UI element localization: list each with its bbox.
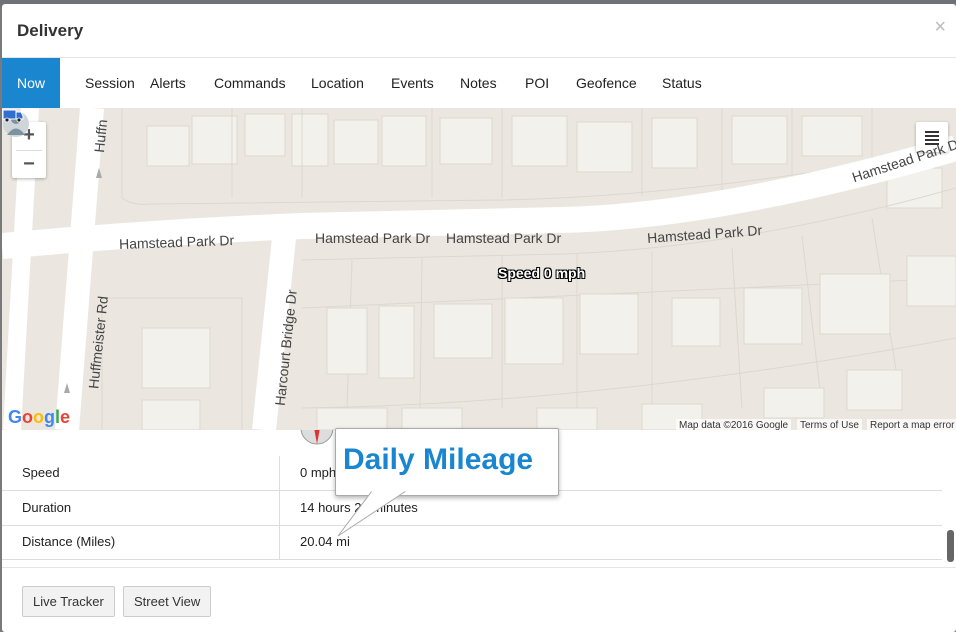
modal-header: Delivery ×: [2, 4, 956, 58]
vehicle-speed-label: Speed 0 mph: [498, 265, 586, 281]
tab-commands[interactable]: Commands: [214, 58, 286, 108]
tab-geofence[interactable]: Geofence: [576, 58, 637, 108]
detail-label: Distance (Miles): [22, 534, 116, 549]
terms-of-use-link[interactable]: Terms of Use: [797, 419, 862, 430]
menu-line-icon: [925, 131, 939, 133]
vehicle-truck-icon[interactable]: [2, 108, 24, 123]
tab-poi[interactable]: POI: [525, 58, 549, 108]
detail-row-distance: Distance (Miles) 20.04 mi: [2, 525, 942, 560]
google-logo: Google: [8, 407, 71, 427]
map-canvas: [2, 108, 956, 430]
callout-pointer: [337, 490, 410, 537]
tab-notes[interactable]: Notes: [460, 58, 497, 108]
modal-title: Delivery: [17, 21, 84, 40]
daily-mileage-callout: Daily Mileage: [335, 428, 559, 496]
street-view-button[interactable]: Street View: [123, 586, 212, 617]
tab-bar: Now Session Alerts Commands Location Eve…: [2, 58, 956, 108]
tab-now[interactable]: Now: [2, 58, 60, 108]
menu-line-icon: [925, 135, 939, 137]
tab-events[interactable]: Events: [391, 58, 434, 108]
detail-row-duration: Duration 14 hours 22 minutes: [2, 491, 942, 526]
tab-status[interactable]: Status: [662, 58, 702, 108]
street-label-hamstead: Hamstead Park Dr: [315, 230, 431, 246]
tab-alerts[interactable]: Alerts: [150, 58, 186, 108]
detail-label: Speed: [22, 465, 60, 480]
detail-label: Duration: [22, 500, 72, 515]
details-scrollbar[interactable]: [947, 530, 954, 562]
modal-footer: Live Tracker Street View: [2, 567, 956, 632]
map-view[interactable]: + − Hamstead Park Dr Hamstead Park Dr Ha…: [2, 108, 956, 430]
tab-location[interactable]: Location: [311, 58, 364, 108]
street-label-hamstead: Hamstead Park Dr: [446, 230, 562, 246]
delivery-modal: Delivery × Now Session Alerts Commands L…: [2, 4, 956, 632]
tab-session[interactable]: Session: [85, 58, 135, 108]
zoom-out-button[interactable]: −: [12, 151, 46, 178]
report-map-error-link[interactable]: Report a map error: [867, 419, 956, 430]
live-tracker-button[interactable]: Live Tracker: [22, 586, 115, 617]
compass-icon: [300, 430, 334, 445]
close-icon[interactable]: ×: [934, 16, 946, 39]
callout-text: Daily Mileage: [343, 443, 534, 476]
map-data-attribution: Map data ©2016 Google: [676, 419, 792, 430]
detail-value: 0 mph: [300, 465, 337, 480]
